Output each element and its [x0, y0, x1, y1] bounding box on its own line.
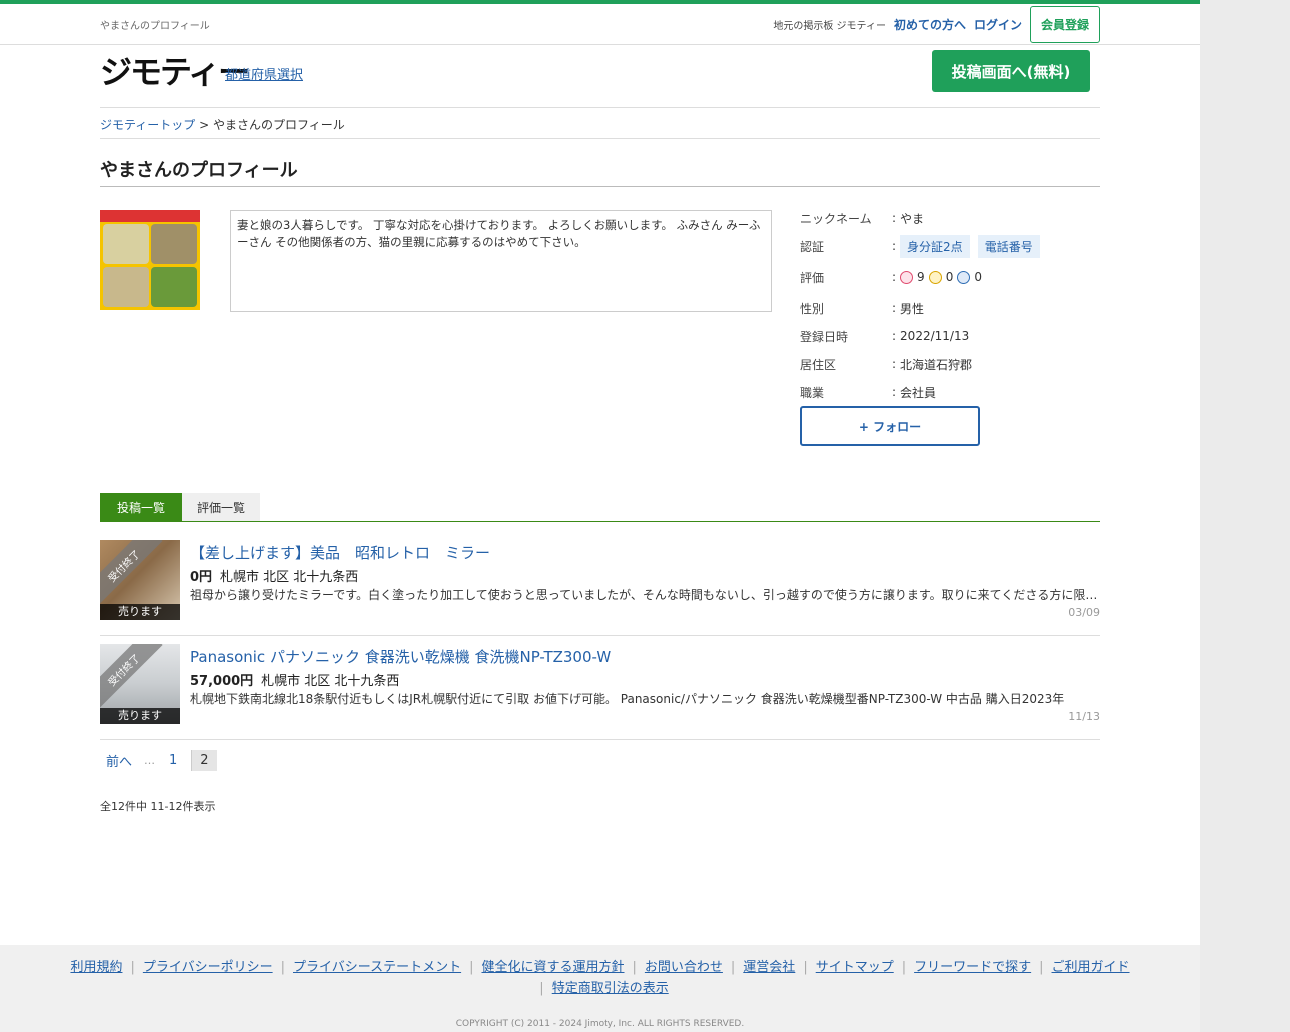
colon: :	[892, 385, 897, 399]
category-label: 売ります	[100, 708, 180, 724]
register-button[interactable]: 会員登録	[1029, 5, 1100, 43]
bio-text: 妻と娘の3人暮らしです。 丁寧な対応を心掛けております。 よろしくお願いします。…	[230, 210, 772, 312]
profile-row-registered: 登録日時 :2022/11/13	[800, 322, 1100, 350]
list-item[interactable]: 受付終了 売ります 【差し上げます】美品 昭和レトロ ミラー 0円 札幌市 北区 …	[100, 532, 1100, 636]
footer-link-contact[interactable]: お問い合わせ	[645, 960, 723, 975]
tab-bar: 投稿一覧 評価一覧	[100, 493, 1100, 522]
header-links: 地元の掲示板 ジモティー 初めての方へ ログイン 会員登録	[773, 4, 1100, 44]
good-face-icon	[900, 270, 914, 284]
prefecture-select-link[interactable]: 都道府県選択	[225, 64, 303, 83]
pager-page-1[interactable]: 1	[161, 753, 185, 768]
profile-label: 認証	[800, 239, 825, 254]
footer: 利用規約 | プライバシーポリシー | プライバシーステートメント | 健全化に資する運用方…	[0, 945, 1200, 1032]
profile-label: 居住区	[800, 357, 837, 372]
profile-row-verify: 認証 : 身分証2点 電話番号	[800, 232, 1100, 260]
divider	[100, 138, 1100, 139]
footer-link-privacy-statement[interactable]: プライバシーステートメント	[293, 960, 461, 975]
divider	[100, 186, 1100, 187]
profile-label: 性別	[800, 301, 825, 316]
footer-link-operation-policy[interactable]: 健全化に資する運用方針	[481, 960, 624, 975]
profile-table: ニックネーム : やま 認証 : 身分証2点 電話番号 評価 : 9 0 0 性別…	[800, 204, 1100, 406]
item-description: 札幌地下鉄南北線北18条駅付近もしくはJR札幌駅付近にて引取 お値下げ可能。 P…	[190, 692, 1065, 706]
colon: :	[892, 270, 897, 284]
pager-prev-link[interactable]: 前へ	[100, 751, 138, 770]
footer-link-freeword[interactable]: フリーワードで探す	[914, 960, 1031, 975]
tab-posts[interactable]: 投稿一覧	[100, 493, 182, 521]
header-top: やまさんのプロフィール 地元の掲示板 ジモティー 初めての方へ ログイン 会員登…	[0, 4, 1200, 45]
profile-label: 職業	[800, 385, 825, 400]
colon: :	[892, 211, 897, 225]
neutral-face-icon	[928, 270, 942, 284]
phone-verified-badge[interactable]: 電話番号	[977, 234, 1040, 258]
copyright: COPYRIGHT (C) 2011 - 2024 Jimoty, Inc. A…	[455, 1019, 745, 1029]
board-link[interactable]: 地元の掲示板 ジモティー	[773, 17, 886, 32]
tab-reviews[interactable]: 評価一覧	[182, 493, 260, 521]
breadcrumb: ジモティートップ > やまさんのプロフィール	[100, 116, 345, 133]
footer-link-sitemap[interactable]: サイトマップ	[816, 960, 894, 975]
footer-link-company[interactable]: 運営会社	[743, 960, 795, 975]
result-count: 全12件中 11-12件表示	[100, 800, 216, 813]
post-button[interactable]: 投稿画面へ(無料)	[932, 50, 1090, 92]
avatar	[100, 210, 200, 310]
item-thumbnail[interactable]: 受付終了 売ります	[100, 644, 180, 724]
pager-current-page: 2	[191, 750, 217, 771]
rating-bad-count: 0	[974, 270, 982, 284]
item-title-link[interactable]: 【差し上げます】美品 昭和レトロ ミラー	[190, 542, 490, 563]
footer-link-guide[interactable]: ご利用ガイド	[1052, 960, 1130, 975]
registered-value: 2022/11/13	[900, 329, 970, 343]
nickname-value: やま	[900, 211, 925, 226]
bad-face-icon	[957, 270, 971, 284]
colon: :	[892, 329, 897, 343]
item-title-link[interactable]: Panasonic パナソニック 食器洗い乾燥機 食洗機NP-TZ300-W	[190, 646, 611, 667]
breadcrumb-current: やまさんのプロフィール	[213, 118, 345, 132]
follow-button[interactable]: + フォロー	[800, 406, 980, 446]
profile-row-area: 居住区 : 北海道石狩郡	[800, 350, 1100, 378]
area-value: 北海道石狩郡	[900, 357, 973, 372]
profile-label: 登録日時	[800, 329, 849, 344]
profile-row-rating: 評価 : 9 0 0	[800, 260, 1100, 294]
pagination: 前へ … 1 2	[100, 750, 217, 771]
rating-good-count: 9	[917, 270, 925, 284]
pager-ellipsis: …	[144, 754, 156, 767]
profile-label: 評価	[800, 270, 825, 285]
rating-normal-count: 0	[945, 270, 954, 284]
page-title: やまさんのプロフィール	[100, 160, 298, 181]
profile-label: ニックネーム	[800, 211, 872, 226]
gender-value: 男性	[900, 301, 925, 316]
footer-link-tokushoho[interactable]: 特定商取引法の表示	[552, 981, 669, 996]
footer-link-privacy-policy[interactable]: プライバシーポリシー	[143, 960, 273, 975]
item-location: 札幌市 北区 北十九条西	[261, 674, 400, 689]
first-time-link[interactable]: 初めての方へ	[894, 16, 966, 33]
id-verified-badge[interactable]: 身分証2点	[900, 234, 970, 258]
item-thumbnail[interactable]: 受付終了 売ります	[100, 540, 180, 620]
profile-row-nickname: ニックネーム : やま	[800, 204, 1100, 232]
job-value: 会社員	[900, 385, 937, 400]
profile-row-gender: 性別 : 男性	[800, 294, 1100, 322]
item-price-location: 0円 札幌市 北区 北十九条西	[190, 566, 358, 585]
list-item[interactable]: 受付終了 売ります Panasonic パナソニック 食器洗い乾燥機 食洗機NP…	[100, 636, 1100, 740]
colon: :	[892, 239, 897, 253]
divider	[100, 107, 1100, 108]
colon: :	[892, 301, 897, 315]
colon: :	[892, 357, 897, 371]
item-date: 11/13	[1068, 710, 1100, 723]
right-gutter	[1200, 0, 1290, 1032]
item-location: 札幌市 北区 北十九条西	[220, 570, 359, 585]
footer-links: 利用規約 | プライバシーポリシー | プライバシーステートメント | 健全化に資する運用方…	[70, 960, 1130, 996]
category-label: 売ります	[100, 604, 180, 620]
footer-link-terms[interactable]: 利用規約	[70, 960, 122, 975]
item-description: 祖母から譲り受けたミラーです。白く塗ったり加工して使おうと思っていましたが、そん…	[190, 588, 1100, 602]
item-price: 0円	[190, 570, 213, 585]
breadcrumb-home-link[interactable]: ジモティートップ	[100, 118, 195, 132]
login-link[interactable]: ログイン	[974, 16, 1022, 33]
item-date: 03/09	[1068, 606, 1100, 619]
header-site-title: やまさんのプロフィール	[100, 21, 210, 32]
item-price-location: 57,000円 札幌市 北区 北十九条西	[190, 670, 399, 689]
item-price: 57,000円	[190, 674, 254, 689]
breadcrumb-separator: >	[199, 118, 210, 132]
profile-row-job: 職業 : 会社員	[800, 378, 1100, 406]
